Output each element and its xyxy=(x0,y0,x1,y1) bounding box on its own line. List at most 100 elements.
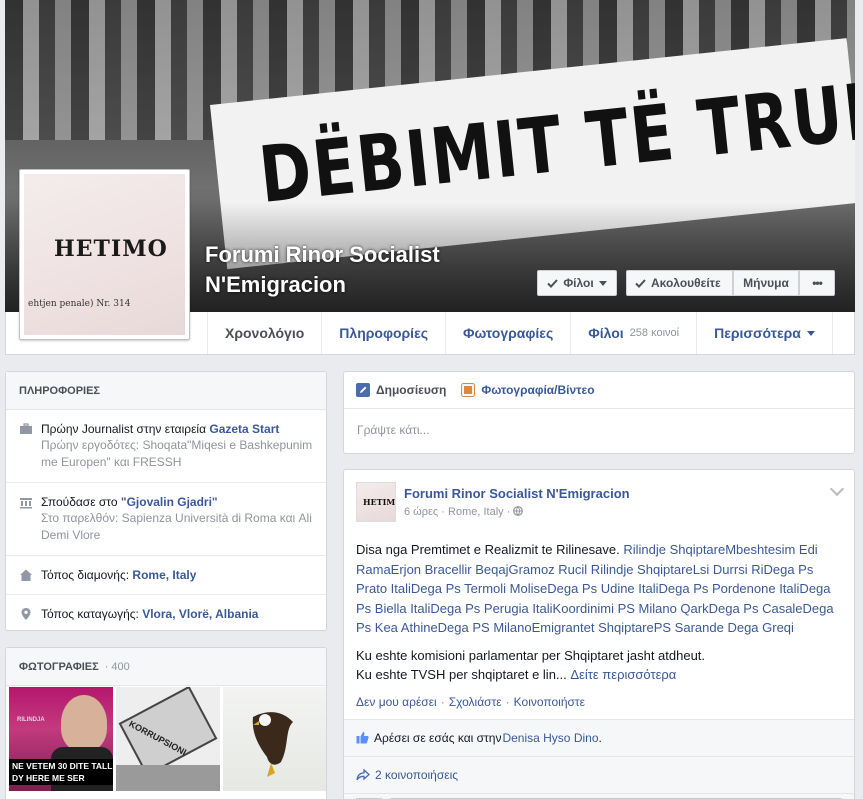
post-line3: Ku eshte TVSH per shqiptaret e lin... xyxy=(356,667,567,682)
post-actions: Δεν μου αρέσει · Σχολιάστε · Κοινοποιήστ… xyxy=(344,685,854,720)
mutual-friends-count: 258 κοινοί xyxy=(629,327,680,339)
info-edu-school-link[interactable]: "Gjovalin Gjadri" xyxy=(121,495,218,509)
tab-more[interactable]: Περισσότερα xyxy=(696,312,833,354)
info-work-sub: Πρώην εργοδότες: Shoqata"Miqesi e Bashke… xyxy=(41,438,313,469)
composer-tab-photo-label: Φωτογραφία/Βίντεο xyxy=(481,383,595,397)
photo-thumb[interactable] xyxy=(223,687,326,791)
briefcase-icon xyxy=(20,423,32,434)
photo-thumb[interactable]: KORRUPSIONI xyxy=(116,687,220,791)
post-shares: 2 κοινοποιήσεις xyxy=(344,756,854,794)
photo-thumb-ground xyxy=(116,765,220,791)
post-meta-separator: · xyxy=(441,506,445,518)
info-origin-link[interactable]: Vlora, Vlorë, Albania xyxy=(142,607,258,621)
photo-thumb-cartoon xyxy=(118,687,218,777)
composer-tabs: Δημοσίευση Φωτογραφία/Βίντεο xyxy=(344,372,854,409)
likes-name-link[interactable]: Denisa Hyso Dino xyxy=(502,731,598,745)
post-paragraph-1: Disa nga Premtimet e Realizmit te Riline… xyxy=(356,540,842,638)
photo-thumb[interactable]: RILINDJA NE VETEM 30 DITE TALL DY HERE M… xyxy=(9,687,113,791)
tab-timeline-label: Χρονολόγιο xyxy=(225,325,305,341)
tab-more-label: Περισσότερα xyxy=(714,325,801,341)
comment-button[interactable]: Σχολιάστε xyxy=(449,695,502,709)
school-icon xyxy=(20,498,32,509)
composer: Δημοσίευση Φωτογραφία/Βίντεο Γράψτε κάτι… xyxy=(343,371,855,454)
info-work-prefix: Πρώην Journalist στην εταιρεία xyxy=(41,422,210,436)
post-header: HETIMO Forumi Rinor Socialist N'Emigraci… xyxy=(344,470,854,522)
chevron-down-icon xyxy=(598,280,607,286)
post-avatar-text: HETIMO xyxy=(363,497,396,507)
info-origin-main: Τόπος καταγωγής: Vlora, Vlorë, Albania xyxy=(41,606,258,622)
info-origin-prefix: Τόπος καταγωγής: xyxy=(41,607,143,621)
shares-count-link[interactable]: 2 κοινοποιήσεις xyxy=(375,768,458,782)
composer-input[interactable]: Γράψτε κάτι... xyxy=(344,409,854,451)
profile-picture-subtext: ehtjen penale) Nr. 314 xyxy=(28,299,131,309)
photos-card-header: ΦΩΤΟΓΡΑΦΙΕΣ · 400 xyxy=(6,648,326,686)
check-icon xyxy=(635,278,646,288)
photos-card-count-dot: · xyxy=(104,660,109,673)
check-icon xyxy=(547,278,559,288)
profile-picture[interactable]: HETIMO ehtjen penale) Nr. 314 xyxy=(19,169,190,340)
post-paragraph-2: Ku eshte komisioni parlamentar per Shqip… xyxy=(356,646,842,685)
info-card-title: ΠΛΗΡΟΦΟΡΙΕΣ xyxy=(19,384,101,397)
friends-button[interactable]: Φίλοι xyxy=(537,270,617,296)
post-meta-separator: · xyxy=(506,506,511,518)
share-button[interactable]: Κοινοποιήστε xyxy=(514,695,585,709)
post-text-start: Disa nga Premtimet e Realizmit te Riline… xyxy=(356,542,624,557)
photos-grid: RILINDJA NE VETEM 30 DITE TALL DY HERE M… xyxy=(9,687,326,791)
message-button[interactable]: Μήνυμα xyxy=(733,270,799,296)
profile-picture-image: HETIMO ehtjen penale) Nr. 314 xyxy=(24,174,185,335)
following-button[interactable]: Ακολουθείτε xyxy=(626,270,733,296)
home-icon xyxy=(20,569,32,581)
profile-picture-text: HETIMO xyxy=(54,236,168,262)
page-name-line1[interactable]: Forumi Rinor Socialist xyxy=(205,240,505,270)
post-meta: 6 ώρες · Rome, Italy · xyxy=(404,506,630,518)
photos-card-title[interactable]: ΦΩΤΟΓΡΑΦΙΕΣ xyxy=(19,661,99,673)
more-options-button[interactable]: ••• xyxy=(799,270,835,296)
photo-thumb-logo: RILINDJA xyxy=(17,717,45,723)
info-education-main: Σπούδασε στο "Gjovalin Gjadri" xyxy=(41,494,313,510)
info-home-link[interactable]: Rome, Italy xyxy=(132,568,196,582)
location-pin-icon xyxy=(21,608,31,620)
tab-about-label: Πληροφορίες xyxy=(339,325,428,341)
globe-icon[interactable] xyxy=(513,506,524,516)
cover-actions: Φίλοι Ακολουθείτε Μήνυμα ••• xyxy=(537,270,835,296)
tab-timeline[interactable]: Χρονολόγιο xyxy=(207,312,321,354)
chevron-down-icon xyxy=(806,330,815,336)
info-work-main: Πρώην Journalist στην εταιρεία Gazeta St… xyxy=(41,421,313,437)
info-home-prefix: Τόπος διαμονής: xyxy=(41,568,133,582)
info-card-header: ΠΛΗΡΟΦΟΡΙΕΣ xyxy=(6,372,326,410)
post-time[interactable]: 6 ώρες xyxy=(404,506,438,518)
photo-thumb-caption-line1: NE VETEM 30 DITE TALL xyxy=(12,761,113,771)
info-origin: Τόπος καταγωγής: Vlora, Vlorë, Albania xyxy=(6,595,326,633)
post-author-name[interactable]: Forumi Rinor Socialist N'Emigracion xyxy=(404,486,630,501)
thumbs-up-icon xyxy=(356,732,369,744)
tab-photos[interactable]: Φωτογραφίες xyxy=(445,312,570,354)
following-button-label: Ακολουθείτε xyxy=(651,276,721,290)
friends-button-label: Φίλοι xyxy=(563,276,594,290)
tab-friends[interactable]: Φίλοι 258 κοινοί xyxy=(570,312,696,354)
composer-tab-photo[interactable]: Φωτογραφία/Βίντεο xyxy=(461,383,595,397)
post: HETIMO Forumi Rinor Socialist N'Emigraci… xyxy=(343,469,855,799)
info-work-company-link[interactable]: Gazeta Start xyxy=(209,422,279,436)
post-location[interactable]: Rome, Italy xyxy=(448,506,504,518)
follow-group: Ακολουθείτε Μήνυμα ••• xyxy=(626,270,835,296)
tab-friends-label: Φίλοι xyxy=(588,325,624,341)
photos-card: ΦΩΤΟΓΡΑΦΙΕΣ · 400 RILINDJA NE VETEM 30 D… xyxy=(5,647,327,799)
share-arrow-icon xyxy=(356,768,370,780)
post-actions-separator: · xyxy=(440,694,445,709)
post-line2: Ku eshte komisioni parlamentar per Shqip… xyxy=(356,647,706,663)
unlike-button[interactable]: Δεν μου αρέσει xyxy=(356,695,437,709)
composer-tab-post[interactable]: Δημοσίευση xyxy=(356,383,446,397)
photo-thumb-caption-line2: DY HERE ME SER xyxy=(12,773,85,783)
post-author-avatar[interactable]: HETIMO xyxy=(356,482,396,522)
info-card: ΠΛΗΡΟΦΟΡΙΕΣ Πρώην Journalist στην εταιρε… xyxy=(5,371,327,631)
post-actions-separator: · xyxy=(505,694,510,709)
page-name-line2[interactable]: N'Emigracion xyxy=(205,270,505,300)
page-name[interactable]: Forumi Rinor Socialist N'Emigracion xyxy=(205,240,505,300)
likes-suffix: . xyxy=(598,730,602,745)
photo-icon xyxy=(461,383,476,397)
pencil-icon xyxy=(356,383,370,397)
post-body: Disa nga Premtimet e Realizmit te Riline… xyxy=(344,522,854,685)
info-education-sub: Στο παρελθόν: Sapienza Università di Rom… xyxy=(41,511,312,542)
tab-about[interactable]: Πληροφορίες xyxy=(321,312,445,354)
see-more-link[interactable]: Δείτε περισσότερα xyxy=(570,667,676,682)
